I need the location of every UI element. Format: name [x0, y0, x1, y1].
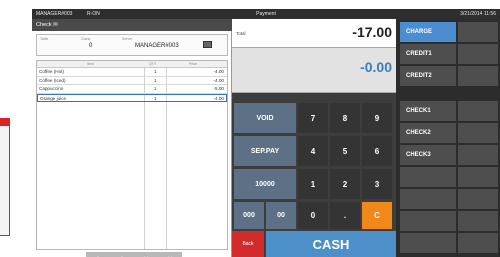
- payment-slot-empty[interactable]: [400, 189, 456, 209]
- screen-title: Payment: [256, 11, 276, 17]
- separate-pay-button[interactable]: SEP.PAY: [234, 136, 296, 166]
- guest-label: Guest: [81, 37, 91, 41]
- pos-payment-window: MANAGER#003 R-ON Payment 3/21/2014 11:56…: [32, 9, 500, 257]
- order-items-table: Item QTY Price Coffee (Hot) 1 -4.00 Coff…: [36, 60, 228, 250]
- digit-2-button[interactable]: 2: [330, 169, 360, 199]
- payment-slot-empty[interactable]: [458, 22, 498, 42]
- payment-slot-empty[interactable]: [458, 123, 498, 143]
- payment-charge-button[interactable]: CHARGE: [400, 22, 456, 42]
- payment-slot-empty[interactable]: [458, 101, 498, 121]
- total-label: Total: [236, 31, 246, 36]
- digit-3-button[interactable]: 3: [362, 169, 392, 199]
- ticket-header: Check ✉: [32, 19, 232, 31]
- total-amount: -17.00: [352, 24, 392, 40]
- digit-4-button[interactable]: 4: [298, 136, 328, 166]
- payment-slot-empty[interactable]: [400, 233, 456, 253]
- ticket-info: Table Guest 0 Server MANAGER#003: [36, 34, 228, 56]
- ticket-panel: Check ✉ Table Guest 0 Server MANAGER#003…: [32, 19, 232, 257]
- item-name: Coffee (Hot): [39, 69, 64, 74]
- server-name: MANAGER#003: [135, 43, 179, 49]
- payment-slot-empty[interactable]: [458, 66, 498, 86]
- clock: 3/21/2014 11:56: [460, 11, 496, 17]
- digit-8-button[interactable]: 8: [330, 103, 360, 133]
- item-price: -4.00: [213, 69, 224, 74]
- top-status-bar: MANAGER#003 R-ON Payment 3/21/2014 11:56: [32, 9, 500, 19]
- payment-slot-empty[interactable]: [458, 44, 498, 64]
- table-row-selected[interactable]: Orange juice 1 -4.00: [37, 93, 227, 102]
- table-header: Item QTY Price: [37, 61, 227, 68]
- column-item: Item: [87, 62, 94, 66]
- background-window-titlebar: [0, 119, 9, 126]
- decimal-point-button[interactable]: .: [330, 202, 360, 229]
- table-row[interactable]: Cappuccino 1 -5.00: [37, 85, 227, 94]
- clear-button[interactable]: C: [362, 202, 392, 229]
- double-zero-button[interactable]: 00: [266, 202, 296, 229]
- payment-slot-empty[interactable]: [458, 145, 498, 165]
- table-label: Table: [40, 37, 49, 41]
- amount-10000-button[interactable]: 10000: [234, 169, 296, 199]
- digit-0-button[interactable]: 0: [298, 202, 328, 229]
- payment-credit2-button[interactable]: CREDIT2: [400, 66, 456, 86]
- item-qty: 1: [154, 86, 157, 91]
- item-price: -5.00: [213, 86, 224, 91]
- screen: MANAGER#003 R-ON Payment 3/21/2014 11:56…: [0, 0, 500, 257]
- payment-slot-empty[interactable]: [458, 233, 498, 253]
- digit-5-button[interactable]: 5: [330, 136, 360, 166]
- tender-display: -0.00: [232, 48, 396, 93]
- payment-credit1-button[interactable]: CREDIT1: [400, 44, 456, 64]
- column-price: Price: [189, 62, 197, 66]
- table-row[interactable]: Coffee (Iced) 1 -4.00: [37, 77, 227, 85]
- ticket-scroll-controls: ˄ ˄ ˅ ˅: [86, 252, 182, 257]
- item-name: Cappuccino: [39, 86, 64, 91]
- background-window-edge: [0, 118, 10, 236]
- server-icon[interactable]: [203, 41, 212, 48]
- payment-slot-empty[interactable]: [400, 211, 456, 231]
- item-name: Coffee (Iced): [39, 77, 66, 83]
- digit-7-button[interactable]: 7: [298, 103, 328, 133]
- item-price: -4.00: [213, 77, 224, 83]
- item-name: Orange juice: [40, 95, 67, 101]
- payment-slot-empty[interactable]: [458, 189, 498, 209]
- column-qty: QTY: [149, 62, 157, 66]
- void-button[interactable]: VOID: [234, 103, 296, 133]
- back-button[interactable]: Back: [232, 231, 264, 257]
- digit-1-button[interactable]: 1: [298, 169, 328, 199]
- item-price: -4.00: [213, 95, 224, 101]
- server-label: Server: [122, 37, 133, 41]
- payment-check1-button[interactable]: CHECK1: [400, 101, 456, 121]
- payment-slot-empty[interactable]: [400, 167, 456, 187]
- guest-count: 0: [89, 43, 93, 49]
- triple-zero-button[interactable]: 000: [234, 202, 264, 229]
- payment-check3-button[interactable]: CHECK3: [400, 145, 456, 165]
- cash-button[interactable]: CASH: [266, 231, 396, 257]
- item-qty: 1: [154, 95, 157, 101]
- payment-slot-empty[interactable]: [458, 167, 498, 187]
- total-display: Total -17.00: [232, 19, 396, 48]
- item-qty: 1: [154, 69, 157, 74]
- payment-slot-empty[interactable]: [458, 211, 498, 231]
- digit-6-button[interactable]: 6: [362, 136, 392, 166]
- table-row[interactable]: Coffee (Hot) 1 -4.00: [37, 68, 227, 77]
- digit-9-button[interactable]: 9: [362, 103, 392, 133]
- payment-check2-button[interactable]: CHECK2: [400, 123, 456, 143]
- payment-method-panel: CHARGE CREDIT1 CREDIT2 CHECK1 CHECK2 CHE…: [396, 19, 500, 257]
- item-qty: 1: [154, 77, 157, 83]
- tender-amount: -0.00: [360, 59, 392, 75]
